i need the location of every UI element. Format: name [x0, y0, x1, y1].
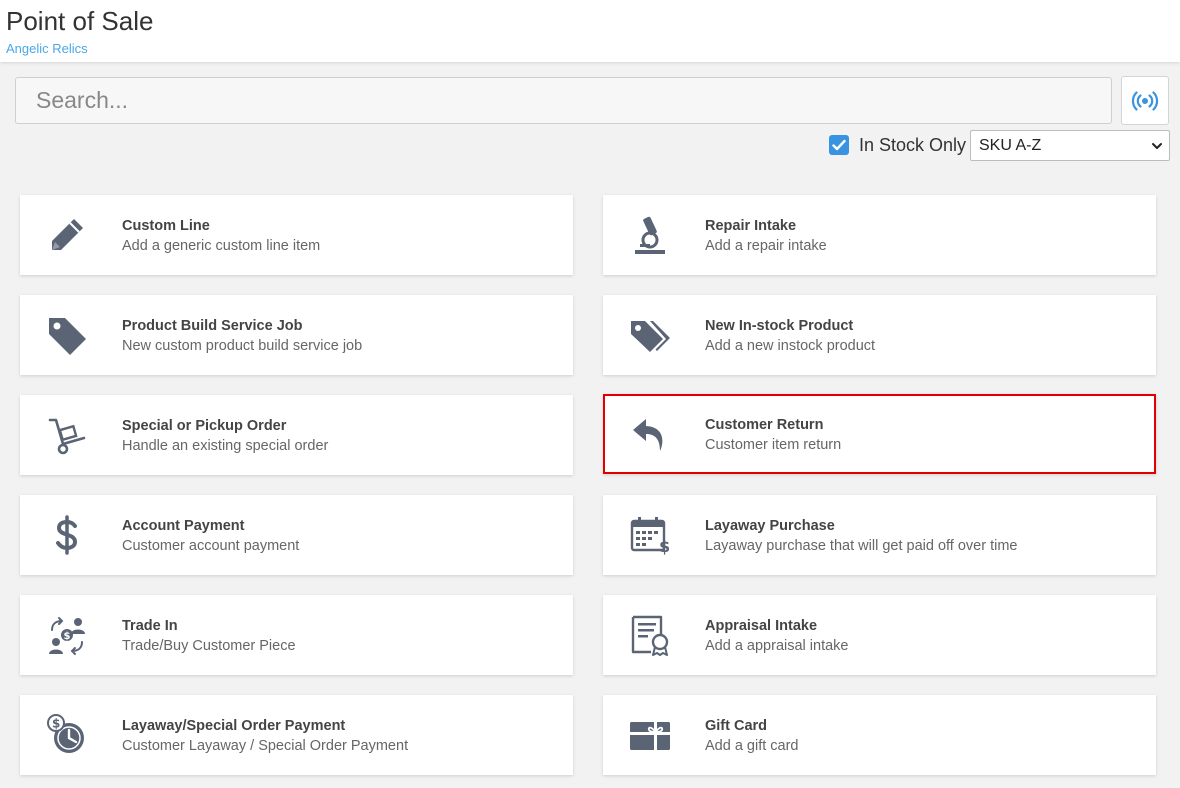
tile-description: Trade/Buy Customer Piece [122, 638, 296, 654]
search-input[interactable] [15, 77, 1112, 124]
tile-title: Gift Card [705, 718, 768, 734]
pencil-icon [46, 214, 88, 256]
dollar-sign-icon [46, 514, 88, 556]
certificate-icon [629, 614, 671, 656]
page-title: Point of Sale [6, 6, 154, 36]
tile-description: Layaway purchase that will get paid off … [705, 538, 1018, 554]
tile-special-or-pickup-order[interactable]: Special or Pickup Order Handle an existi… [20, 395, 573, 475]
tags-icon [629, 314, 671, 356]
svg-text:$: $ [52, 717, 60, 731]
tile-description: Add a gift card [705, 738, 799, 754]
tile-account-payment[interactable]: Account Payment Customer account payment [20, 495, 573, 575]
tile-title: Appraisal Intake [705, 618, 818, 634]
trade-exchange-icon: $ [46, 614, 88, 656]
tile-title: Repair Intake [705, 218, 797, 234]
tile-appraisal-intake[interactable]: Appraisal Intake Add a appraisal intake [603, 595, 1156, 675]
tile-product-build-service-job[interactable]: Product Build Service Job New custom pro… [20, 295, 573, 375]
checkmark-icon [832, 139, 846, 151]
sort-selected-value: SKU A-Z [979, 136, 1042, 154]
svg-text:$: $ [659, 537, 670, 556]
tile-description: Add a appraisal intake [705, 638, 849, 654]
tile-repair-intake[interactable]: Repair Intake Add a repair intake [603, 195, 1156, 275]
tile-description: Handle an existing special order [122, 438, 329, 454]
gift-card-icon [629, 714, 671, 756]
svg-text:$: $ [64, 631, 71, 642]
sort-select[interactable]: SKU A-Z [970, 130, 1170, 161]
tile-customer-return[interactable]: Customer Return Customer item return [603, 394, 1156, 474]
tile-new-in-stock-product[interactable]: New In-stock Product Add a new instock p… [603, 295, 1156, 375]
in-stock-label: In Stock Only [859, 134, 967, 155]
microscope-icon [629, 214, 671, 256]
tile-custom-line[interactable]: Custom Line Add a generic custom line it… [20, 195, 573, 275]
in-stock-filter: In Stock Only [829, 129, 966, 161]
chevron-down-icon [1152, 143, 1162, 149]
tile-description: Customer Layaway / Special Order Payment [122, 738, 409, 754]
rfid-icon [1131, 90, 1159, 111]
tile-title: Trade In [122, 618, 178, 634]
tile-description: Add a generic custom line item [122, 238, 321, 254]
tile-layaway-purchase[interactable]: $ Layaway Purchase Layaway purchase that… [603, 495, 1156, 575]
tile-title: Account Payment [122, 518, 245, 534]
tile-title: Product Build Service Job [122, 318, 303, 334]
tile-description: Customer account payment [122, 538, 300, 554]
dollar-clock-icon: $ [46, 714, 88, 756]
rfid-scan-button[interactable] [1121, 76, 1169, 125]
tile-description: Add a repair intake [705, 238, 827, 254]
tile-gift-card[interactable]: Gift Card Add a gift card [603, 695, 1156, 775]
tile-title: Layaway Purchase [705, 518, 835, 534]
tile-title: Special or Pickup Order [122, 418, 287, 434]
tile-title: Layaway/Special Order Payment [122, 718, 346, 734]
tile-title: New In-stock Product [705, 318, 854, 334]
tile-title: Custom Line [122, 218, 210, 234]
page-header: Point of Sale Angelic Relics [0, 0, 1180, 62]
tile-trade-in[interactable]: $ Trade In Trade/Buy Customer Piece [20, 595, 573, 675]
tile-title: Customer Return [705, 417, 824, 433]
tile-description: Add a new instock product [705, 338, 876, 354]
tile-description: New custom product build service job [122, 338, 363, 354]
tag-icon [46, 314, 88, 356]
tile-layaway-special-order-payment[interactable]: $ Layaway/Special Order Payment Customer… [20, 695, 573, 775]
in-stock-checkbox[interactable] [829, 135, 849, 155]
hand-truck-icon [46, 414, 88, 456]
tile-description: Customer item return [705, 437, 842, 453]
calendar-dollar-icon: $ [629, 514, 671, 556]
store-name-link[interactable]: Angelic Relics [6, 41, 88, 56]
return-arrow-icon [629, 413, 671, 455]
